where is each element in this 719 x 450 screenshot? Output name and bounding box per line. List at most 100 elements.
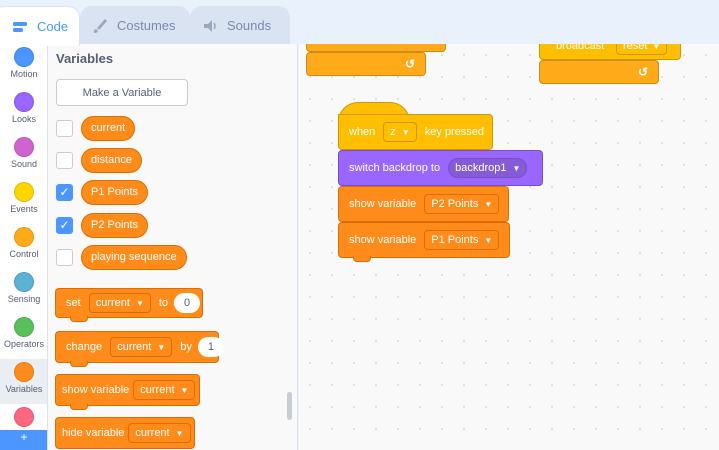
partial-control-block[interactable] — [306, 44, 446, 52]
variable-row: playing sequence — [56, 244, 187, 270]
message-dropdown[interactable]: reset ▼ — [616, 44, 668, 55]
broadcast-label: broadcast — [556, 44, 605, 52]
category-variables[interactable]: Variables — [0, 359, 47, 404]
dropdown-value: z — [390, 126, 396, 138]
palette-scrollbar[interactable] — [287, 392, 292, 420]
loop-arrow-icon: ↺ — [405, 57, 416, 71]
variable-reporter[interactable]: P1 Points — [81, 179, 149, 205]
operators-dot-icon — [14, 317, 34, 337]
category-label: Sound — [10, 159, 38, 169]
script-workspace[interactable]: ↺ broadcast reset ▼ ↺ when z ▼ key press… — [299, 44, 719, 450]
when-key-pressed-block[interactable]: when z ▼ key pressed — [338, 114, 493, 150]
variable-reporter[interactable]: distance — [81, 147, 142, 173]
make-variable-button[interactable]: Make a Variable — [56, 79, 188, 106]
category-label: Variables — [5, 384, 43, 394]
category-label: Control — [9, 249, 39, 259]
block-notch — [70, 316, 88, 322]
dropdown-arrow-icon: ▼ — [135, 298, 144, 308]
dropdown-arrow-icon: ▼ — [512, 163, 521, 173]
category-looks[interactable]: Looks — [0, 89, 47, 134]
block-text: key pressed — [424, 126, 485, 138]
plus-icon: + — [20, 430, 28, 444]
block-text: to — [158, 297, 169, 309]
block-text: when — [349, 126, 376, 138]
block-text: show variable — [62, 384, 130, 396]
variable-row: distance — [56, 147, 142, 173]
category-motion[interactable]: Motion — [0, 44, 47, 89]
code-icon — [11, 19, 31, 35]
category-control[interactable]: Control — [0, 224, 47, 269]
value-input[interactable]: 0 — [174, 293, 201, 313]
category-sensing[interactable]: Sensing — [0, 269, 47, 314]
hide-variable-block[interactable]: hide variable current ▼ — [55, 417, 195, 449]
key-dropdown[interactable]: z ▼ — [383, 122, 417, 142]
tab-sounds[interactable]: Sounds — [190, 6, 290, 44]
variable-reporter[interactable]: current — [81, 115, 136, 141]
checkmark-icon: ✓ — [59, 218, 70, 232]
variables-dot-icon — [14, 362, 34, 382]
brush-icon — [91, 18, 111, 34]
variable-dropdown[interactable]: current ▼ — [88, 293, 151, 313]
variable-reporter[interactable]: playing sequence — [81, 244, 187, 270]
dropdown-value: backdrop1 — [455, 162, 507, 174]
category-events[interactable]: Events — [0, 179, 47, 224]
category-sound[interactable]: Sound — [0, 134, 47, 179]
checkmark-icon: ✓ — [59, 185, 70, 199]
variable-checkbox[interactable] — [56, 151, 73, 169]
block-notch — [353, 256, 371, 262]
loop-arrow-icon: ↺ — [638, 65, 649, 79]
category-menu: Motion Looks Sound Events Control Sensin… — [0, 44, 48, 450]
dropdown-arrow-icon: ▼ — [180, 385, 189, 395]
category-operators[interactable]: Operators — [0, 314, 47, 359]
dropdown-value: current — [140, 384, 175, 396]
events-dot-icon — [14, 182, 34, 202]
partial-control-block-end[interactable]: ↺ — [306, 52, 426, 76]
value-input[interactable]: 1 — [197, 337, 224, 357]
variable-row: ✓ P1 Points — [56, 179, 149, 205]
variable-dropdown[interactable]: current ▼ — [133, 380, 196, 400]
dropdown-value: current — [95, 297, 130, 309]
dropdown-arrow-icon: ▼ — [157, 342, 166, 352]
variable-reporter[interactable]: P2 Points — [81, 212, 149, 238]
block-text: by — [180, 341, 192, 353]
variable-dropdown[interactable]: P2 Points ▼ — [424, 194, 500, 214]
tab-costumes[interactable]: Costumes — [80, 6, 190, 44]
dropdown-arrow-icon: ▼ — [401, 127, 410, 137]
tab-code-label: Code — [37, 19, 69, 34]
editor-tabs: Code Costumes Sounds — [0, 0, 719, 46]
dropdown-arrow-icon: ▼ — [484, 235, 493, 245]
block-text: set — [66, 297, 81, 309]
set-variable-block[interactable]: set current ▼ to 0 — [55, 288, 203, 322]
speaker-icon — [201, 18, 221, 34]
tab-code[interactable]: Code — [0, 6, 80, 46]
variable-dropdown[interactable]: current ▼ — [128, 423, 191, 443]
tab-costumes-label: Costumes — [117, 18, 176, 33]
change-variable-block[interactable]: change current ▼ by 1 — [55, 331, 224, 367]
show-variable-block[interactable]: show variable P2 Points ▼ — [338, 186, 509, 222]
variable-checkbox[interactable] — [56, 119, 73, 137]
partial-control-block-end[interactable]: ↺ — [539, 60, 659, 84]
add-extension-button[interactable]: + — [0, 430, 47, 450]
control-dot-icon — [14, 227, 34, 247]
variable-dropdown[interactable]: P1 Points ▼ — [424, 230, 500, 250]
switch-backdrop-block[interactable]: switch backdrop to backdrop1 ▼ — [338, 150, 543, 186]
variable-dropdown[interactable]: current ▼ — [110, 337, 173, 357]
variable-checkbox[interactable]: ✓ — [56, 216, 73, 234]
dropdown-arrow-icon: ▼ — [652, 44, 661, 51]
block-text: show variable — [349, 234, 417, 246]
backdrop-dropdown[interactable]: backdrop1 ▼ — [448, 158, 528, 178]
looks-dot-icon — [14, 92, 34, 112]
dropdown-value: current — [135, 427, 170, 439]
tab-sounds-label: Sounds — [227, 18, 272, 33]
variable-checkbox[interactable] — [56, 248, 73, 266]
dropdown-arrow-icon: ▼ — [175, 428, 184, 438]
show-variable-block[interactable]: show variable current ▼ — [55, 374, 200, 410]
show-variable-block[interactable]: show variable P1 Points ▼ — [338, 222, 510, 262]
sound-dot-icon — [14, 137, 34, 157]
broadcast-block[interactable]: broadcast reset ▼ — [539, 44, 681, 60]
variable-checkbox[interactable]: ✓ — [56, 183, 73, 201]
category-label: Sensing — [7, 294, 41, 304]
block-notch — [70, 361, 88, 367]
category-label: Looks — [11, 114, 37, 124]
block-text: change — [66, 341, 103, 353]
